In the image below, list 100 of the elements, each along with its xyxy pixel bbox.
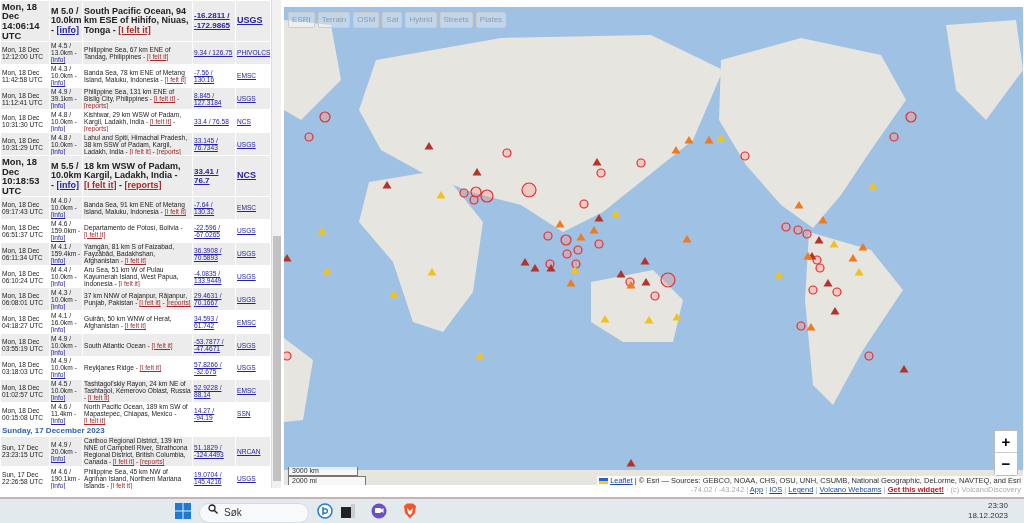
clock-date: 18.12.2023 <box>967 511 1008 521</box>
search-icon <box>208 504 218 514</box>
volcano-marker <box>424 142 434 150</box>
earthquake-marker <box>793 225 803 235</box>
volcano-marker <box>570 266 580 274</box>
volcano-marker <box>848 254 858 262</box>
earthquake-marker <box>543 231 553 241</box>
earthquake-marker <box>802 229 812 239</box>
earthquake-marker <box>889 132 899 142</box>
volcano-marker <box>704 136 714 144</box>
earthquake-marker <box>521 182 537 198</box>
earthquake-marker <box>560 234 572 246</box>
volcano-marker <box>566 279 576 287</box>
volcano-marker <box>899 365 909 373</box>
volcano-marker <box>644 316 654 324</box>
volcano-marker <box>854 268 864 276</box>
volcano-marker <box>774 271 784 279</box>
flag-icon <box>599 478 609 484</box>
earthquake-marker <box>740 151 750 161</box>
volcano-marker <box>472 168 482 176</box>
volcano-marker <box>868 182 878 190</box>
earthquake-marker <box>459 188 469 198</box>
circle-b-icon[interactable] <box>317 503 333 519</box>
magnitude-text: M 5.0 / 10.0km - [info] <box>51 5 82 35</box>
earthquake-marker <box>480 189 494 203</box>
time-text: Mon, 18 Dec 14:06:14 UTC <box>2 1 40 41</box>
volcano-marker <box>858 243 868 251</box>
volcano-marker <box>389 290 399 298</box>
location-text: South Pacific Ocean, 94 km ESE of Hihifo, Niuas, Tonga - [I felt it] <box>84 5 189 35</box>
scrollbar-thumb[interactable] <box>273 236 281 481</box>
volcano-marker <box>684 136 694 144</box>
earthquake-marker <box>304 132 314 142</box>
earthquake-marker <box>562 249 572 259</box>
felt-link[interactable]: [I felt it] <box>118 24 151 35</box>
earthquake-marker <box>781 222 791 232</box>
earthquake-marker <box>636 158 646 168</box>
clock-time: 23:30 <box>986 501 1008 511</box>
day-header: Sunday, 17 December 2023 <box>2 425 105 435</box>
volcano-marker <box>823 279 833 287</box>
earthquake-marker <box>319 111 331 123</box>
earthquake-marker <box>596 168 606 178</box>
volcano-marker <box>475 352 485 360</box>
volcano-marker <box>671 146 681 154</box>
zoom-in-button[interactable]: + <box>995 431 1017 453</box>
volcano-marker <box>716 134 726 142</box>
volcano-marker <box>592 158 602 166</box>
windows-logo-icon[interactable] <box>175 503 191 519</box>
volcano-marker <box>322 267 332 275</box>
source-link[interactable]: NCS <box>237 170 256 181</box>
earthquake-marker <box>545 259 555 269</box>
earthquake-marker <box>594 239 604 249</box>
reports-link[interactable]: [reports] <box>124 179 162 190</box>
volcano-marker <box>818 216 828 224</box>
volcano-marker <box>382 181 392 189</box>
info-link[interactable]: [info] <box>56 24 79 35</box>
chat-bubble-icon[interactable] <box>371 503 387 519</box>
volcano-marker <box>611 210 621 218</box>
volcano-marker <box>317 227 327 235</box>
volcano-marker <box>546 264 556 272</box>
earthquake-marker <box>812 255 822 265</box>
earthquake-marker <box>502 148 512 158</box>
volcano-marker <box>626 281 636 289</box>
volcano-marker <box>284 254 292 262</box>
volcano-marker <box>829 240 839 248</box>
volcano-marker <box>641 278 651 286</box>
info-link[interactable]: [info] <box>56 179 79 190</box>
volcano-marker <box>600 315 610 323</box>
felt-link[interactable]: [I felt it] <box>84 179 117 190</box>
earthquake-marker <box>573 245 583 255</box>
earthquake-marker <box>571 259 581 269</box>
volcano-marker <box>589 226 599 234</box>
earthquake-marker <box>815 263 825 273</box>
earthquake-marker <box>469 195 479 205</box>
scrollbar[interactable] <box>271 0 281 488</box>
earthquake-marker <box>808 285 818 295</box>
earthquake-marker <box>796 321 806 331</box>
earthquake-marker <box>905 111 917 123</box>
volcano-marker <box>814 236 824 244</box>
earthquake-marker <box>650 291 660 301</box>
volcano-marker <box>555 220 565 228</box>
time-text: Mon, 18 Dec 10:18:53 UTC <box>2 156 40 196</box>
shield-icon[interactable] <box>403 503 417 519</box>
earthquake-marker <box>864 351 874 361</box>
search-field[interactable]: Søk <box>199 502 309 523</box>
earthquake-marker <box>284 351 292 361</box>
volcano-marker <box>594 214 604 222</box>
volcano-marker <box>672 313 682 321</box>
earthquake-marker <box>470 186 482 198</box>
volcano-marker <box>626 459 636 467</box>
earthquake-marker <box>625 277 635 287</box>
earthquake-marker <box>832 287 842 297</box>
magnitude-text: M 5.5 / 10.0km - [info] <box>51 160 82 190</box>
earthquake-marker <box>579 199 589 209</box>
volcano-marker <box>436 191 446 199</box>
dark-square-icon[interactable] <box>341 504 355 518</box>
volcano-marker <box>830 307 840 315</box>
volcano-marker <box>682 235 692 243</box>
volcano-marker <box>806 323 816 331</box>
location-text: 18 km WSW of Padam, Kargil, Ladakh, India - [I felt it] - [reports] <box>84 160 181 190</box>
volcano-marker <box>616 270 626 278</box>
